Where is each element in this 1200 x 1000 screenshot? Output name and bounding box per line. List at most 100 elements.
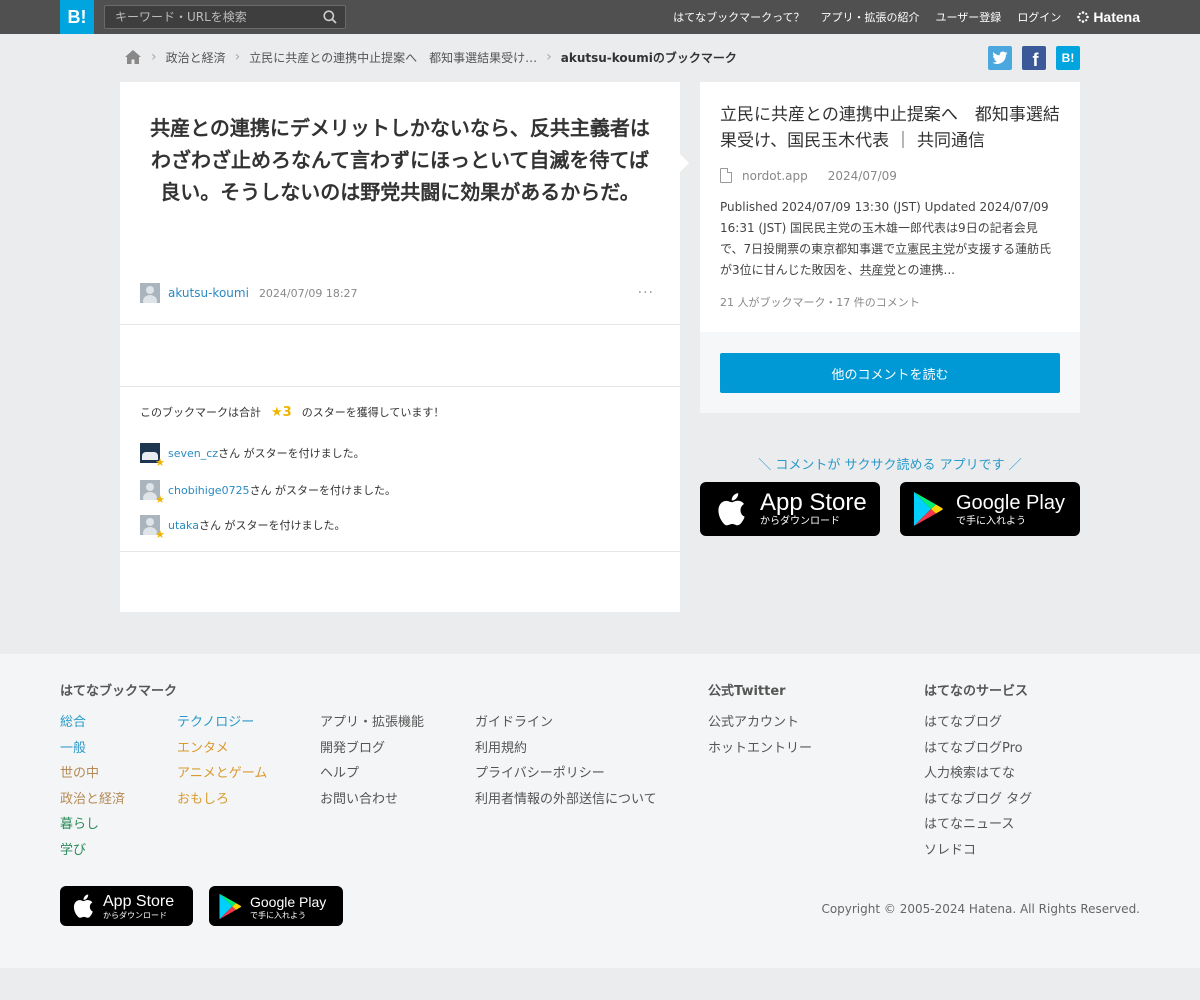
footer-link-help[interactable]: ヘルプ	[320, 761, 424, 787]
breadcrumb: › 政治と経済 › 立民に共産との連携中止提案へ 都知事選結果受け… › aku…	[124, 47, 737, 67]
footer-link-guidelines[interactable]: ガイドライン	[475, 710, 657, 736]
bookmark-date: 2024/07/09 18:27	[258, 286, 358, 300]
entry-card: 立民に共産との連携中止提案へ 都知事選結果受け、国民玉木代表 ｜ 共同通信 no…	[700, 82, 1080, 413]
star-user-link[interactable]: seven_cz	[168, 447, 218, 460]
footer-app-store-badge[interactable]: App Store からダウンロード	[60, 886, 193, 926]
breadcrumb-category[interactable]: 政治と経済	[166, 49, 226, 66]
bookmark-card: 共産との連携にデメリットしかないなら、反共主義者はわざわざ止めろなんて言わずにほ…	[120, 82, 689, 612]
nav-login[interactable]: ログイン	[1017, 9, 1061, 25]
avatar[interactable]: ★	[140, 480, 165, 505]
star-user-text: さん がスターを付けました。	[218, 447, 365, 460]
star-user-row: ★ seven_cz さん がスターを付けました。	[140, 442, 365, 468]
footer-link-external-transmission[interactable]: 利用者情報の外部送信について	[475, 787, 657, 813]
app-promo-text: ＼ コメントが サクサク読める アプリです ／	[758, 458, 1022, 473]
divider	[120, 386, 680, 387]
app-store-label: App Store	[103, 892, 175, 910]
app-store-sublabel: からダウンロード	[760, 516, 840, 527]
bookmark-comment: 共産との連携にデメリットしかないなら、反共主義者はわざわざ止めろなんて言わずにほ…	[150, 116, 650, 204]
document-icon	[720, 168, 732, 183]
keyword-link[interactable]: 共産党	[860, 263, 896, 277]
hatena-brand-link[interactable]: Hatena	[1077, 9, 1140, 25]
footer-link-dev-blog[interactable]: 開発ブログ	[320, 736, 424, 762]
footer-category-life[interactable]: 暮らし	[60, 812, 125, 838]
app-store-label: App Store	[760, 489, 867, 516]
footer-link-apps[interactable]: アプリ・拡張機能	[320, 710, 424, 736]
top-bar: B! はてなブックマークって？ アプリ・拡張の紹介 ユーザー登録 ログイン Ha…	[0, 0, 1200, 34]
footer-services-heading: はてなのサービス	[924, 684, 1029, 699]
star-summary-suffix: のスターを獲得しています！	[301, 406, 445, 419]
entry-title-link[interactable]: 立民に共産との連携中止提案へ 都知事選結果受け、国民玉木代表 ｜ 共同通信	[720, 102, 1065, 154]
search-box	[104, 5, 346, 29]
search-icon[interactable]	[323, 10, 337, 24]
footer-category-economics[interactable]: 政治と経済	[60, 787, 125, 813]
share-twitter-button[interactable]	[988, 46, 1012, 70]
google-play-badge[interactable]: Google Play で手に入れよう	[900, 482, 1080, 536]
footer-category-entertainment[interactable]: エンタメ	[177, 736, 267, 762]
card-pointer	[680, 154, 689, 172]
avatar[interactable]: ★	[140, 443, 165, 468]
footer-service-soredoko[interactable]: ソレドコ	[924, 838, 1032, 864]
star-user-row: ★ chobihige0725 さん がスターを付けました。	[140, 479, 396, 505]
google-play-icon	[219, 893, 242, 919]
star-user-link[interactable]: chobihige0725	[168, 484, 250, 497]
bookmark-user-link[interactable]: akutsu-koumi	[168, 286, 249, 300]
entry-site-link[interactable]: nordot.app	[742, 169, 808, 183]
share-facebook-button[interactable]: f	[1022, 46, 1046, 70]
footer-service-blog-pro[interactable]: はてなブログPro	[924, 736, 1032, 762]
footer-google-play-badge[interactable]: Google Play で手に入れよう	[209, 886, 343, 926]
top-nav: はてなブックマークって？ アプリ・拡張の紹介 ユーザー登録 ログイン Haten…	[673, 0, 1140, 34]
copyright: Copyright © 2005-2024 Hatena. All Rights…	[821, 902, 1140, 916]
google-play-sublabel: で手に入れよう	[250, 910, 306, 920]
entry-card-body: 立民に共産との連携中止提案へ 都知事選結果受け、国民玉木代表 ｜ 共同通信 no…	[700, 82, 1080, 332]
footer-category-game[interactable]: アニメとゲーム	[177, 761, 267, 787]
footer-category-it[interactable]: テクノロジー	[177, 710, 267, 736]
hatena-dots-icon	[1077, 11, 1090, 23]
app-store-sublabel: からダウンロード	[103, 910, 167, 920]
footer-twitter-col: 公式アカウント ホットエントリー	[708, 710, 812, 761]
home-icon[interactable]	[124, 49, 142, 65]
footer-link-contact[interactable]: お問い合わせ	[320, 787, 424, 813]
footer-category-all[interactable]: 総合	[60, 710, 125, 736]
star-icon: ★	[155, 493, 165, 506]
footer-service-news[interactable]: はてなニュース	[924, 812, 1032, 838]
footer: はてなブックマーク 総合 一般 世の中 政治と経済 暮らし 学び テクノロジー …	[0, 654, 1200, 968]
keyword-link[interactable]: 立憲民主党	[895, 242, 955, 256]
app-store-badge[interactable]: App Store からダウンロード	[700, 482, 880, 536]
hatena-bookmark-logo[interactable]: B!	[60, 0, 94, 34]
footer-category-social[interactable]: 世の中	[60, 761, 125, 787]
footer-service-blog-tag[interactable]: はてなブログ タグ	[924, 787, 1032, 813]
more-options-icon[interactable]: ···	[638, 285, 654, 301]
star-icon: ★	[155, 456, 165, 469]
search-input[interactable]	[105, 6, 315, 28]
share-hatena-button[interactable]: B!	[1056, 46, 1080, 70]
footer-category-fun[interactable]: おもしろ	[177, 787, 267, 813]
entry-counts-link[interactable]: 21 人がブックマーク・17 件のコメント	[720, 294, 920, 310]
footer-link-terms[interactable]: 利用規約	[475, 736, 657, 762]
chevron-right-icon: ›	[546, 49, 552, 65]
footer-category-knowledge[interactable]: 学び	[60, 838, 125, 864]
footer-service-q[interactable]: 人力検索はてな	[924, 761, 1032, 787]
read-other-comments-button[interactable]: 他のコメントを読む	[720, 353, 1060, 393]
google-play-label: Google Play	[250, 893, 327, 910]
nav-register[interactable]: ユーザー登録	[936, 9, 1002, 25]
google-play-sublabel: で手に入れよう	[956, 516, 1026, 527]
breadcrumb-entry[interactable]: 立民に共産との連携中止提案へ 都知事選結果受け…	[249, 49, 537, 66]
hatena-brand-label: Hatena	[1093, 9, 1140, 25]
divider	[120, 324, 680, 325]
apple-icon	[718, 493, 745, 526]
summary-text: との連携...	[895, 263, 955, 277]
apple-icon	[73, 894, 93, 918]
avatar[interactable]	[140, 283, 160, 303]
star-user-link[interactable]: utaka	[168, 519, 199, 532]
nav-about[interactable]: はてなブックマークって？	[673, 9, 804, 25]
footer-services-col: はてなブログ はてなブログPro 人力検索はてな はてなブログ タグ はてなニュ…	[924, 710, 1032, 864]
footer-service-blog[interactable]: はてなブログ	[924, 710, 1032, 736]
footer-link-privacy[interactable]: プライバシーポリシー	[475, 761, 657, 787]
avatar[interactable]: ★	[140, 515, 165, 540]
star-icon: ★	[155, 528, 165, 541]
nav-apps[interactable]: アプリ・拡張の紹介	[821, 9, 920, 25]
footer-link-official-account[interactable]: 公式アカウント	[708, 710, 812, 736]
footer-category-general[interactable]: 一般	[60, 736, 125, 762]
footer-link-hot-entry[interactable]: ホットエントリー	[708, 736, 812, 762]
footer-category-col-2: テクノロジー エンタメ アニメとゲーム おもしろ	[177, 710, 267, 812]
